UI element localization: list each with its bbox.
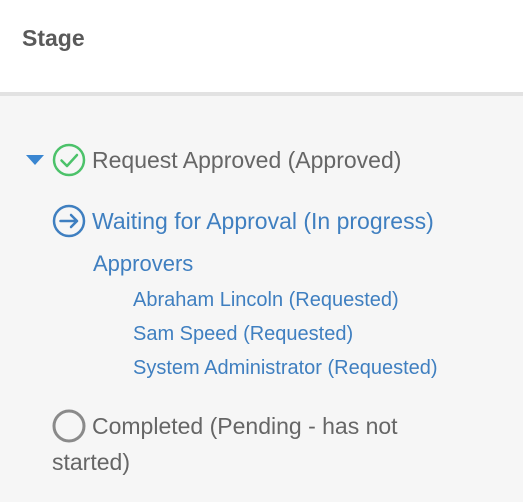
arrow-right-circle-icon	[52, 204, 86, 238]
expand-caret-icon[interactable]	[26, 155, 44, 165]
check-circle-icon	[52, 143, 86, 177]
approver-item[interactable]: Sam Speed (Requested)	[133, 320, 353, 348]
stage-request-approved: Request Approved (Approved)	[26, 143, 401, 177]
empty-circle-icon	[52, 409, 86, 443]
panel-title: Stage	[22, 25, 85, 51]
stage-label: Waiting for Approval (In progress)	[92, 208, 434, 234]
stage-label-line2: started)	[52, 449, 130, 475]
stage-waiting-for-approval: Waiting for Approval (In progress)	[52, 204, 434, 238]
panel-header: Stage	[0, 0, 523, 96]
stage-label-line1: Completed (Pending - has not	[92, 413, 398, 439]
stage-label: Request Approved (Approved)	[92, 147, 402, 173]
stage-completed: Completed (Pending - has not started)	[52, 407, 512, 481]
approver-item[interactable]: System Administrator (Requested)	[133, 354, 438, 382]
approver-item[interactable]: Abraham Lincoln (Requested)	[133, 286, 399, 314]
stage-list: Request Approved (Approved) Waiting for …	[0, 96, 523, 502]
approvers-heading: Approvers	[93, 251, 194, 276]
